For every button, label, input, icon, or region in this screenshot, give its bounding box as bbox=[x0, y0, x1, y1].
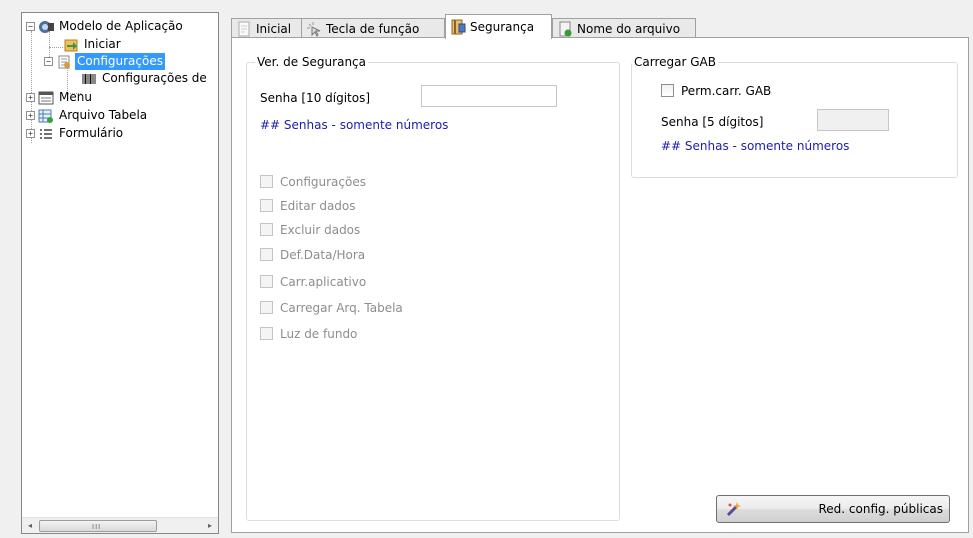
gab-password-note: ## Senhas - somente números bbox=[661, 139, 850, 153]
checkbox-box[interactable] bbox=[260, 175, 273, 188]
checkbox-label: Configurações bbox=[280, 174, 366, 189]
tree-label-formulario: Formulário bbox=[59, 126, 124, 140]
password-label: Senha [10 dígitos] bbox=[260, 91, 371, 105]
checkbox-label: Def.Data/Hora bbox=[280, 247, 366, 262]
tree-label-configuracoes-de: Configurações de bbox=[102, 71, 207, 85]
gab-password-label: Senha [5 dígitos] bbox=[661, 115, 764, 129]
checkbox-box[interactable] bbox=[260, 223, 273, 236]
checkbox-box[interactable] bbox=[260, 199, 273, 212]
checkbox-label: Luz de fundo bbox=[280, 326, 358, 341]
scroll-thumb[interactable]: III bbox=[39, 520, 157, 532]
tree-label-iniciar: Iniciar bbox=[84, 37, 121, 51]
tab-inicial[interactable]: Inicial bbox=[231, 18, 302, 38]
expand-icon[interactable]: + bbox=[26, 111, 35, 120]
tab-label: Segurança bbox=[470, 20, 535, 34]
load-gab-group: Carregar GAB Perm.carr. GAB Senha [5 díg… bbox=[631, 55, 958, 178]
tab-label: Tecla de função bbox=[326, 21, 420, 36]
table-file-icon bbox=[38, 109, 53, 123]
tree-label-menu: Menu bbox=[59, 90, 92, 104]
tree-node-menu[interactable]: + Menu bbox=[26, 89, 94, 106]
start-icon bbox=[64, 39, 78, 51]
password-note: ## Senhas - somente números bbox=[260, 118, 449, 132]
security-check-group: Ver. de Segurança Senha [10 dígitos] ## … bbox=[246, 55, 620, 521]
form-list-icon bbox=[40, 128, 52, 139]
checkbox-box[interactable] bbox=[260, 301, 273, 314]
horizontal-scrollbar[interactable]: ◂ III ▸ bbox=[22, 517, 218, 533]
tab-seguranca[interactable]: Segurança bbox=[445, 14, 552, 39]
checkbox-box[interactable] bbox=[260, 275, 273, 288]
checkbox-box[interactable] bbox=[661, 84, 674, 97]
tab-label: Inicial bbox=[256, 21, 292, 36]
scroll-grip: III bbox=[92, 523, 102, 531]
collapse-icon[interactable]: − bbox=[44, 57, 53, 66]
settings-document-icon bbox=[58, 55, 70, 68]
key-press-icon bbox=[307, 21, 321, 37]
tab-nome-do-arquivo[interactable]: Nome do arquivo bbox=[552, 18, 696, 38]
checkbox-carr-aplicativo[interactable]: Carr.aplicativo bbox=[260, 274, 366, 289]
password-field[interactable] bbox=[421, 85, 557, 107]
expand-icon[interactable]: + bbox=[26, 129, 35, 138]
tree-view[interactable]: − Modelo de Aplicação Iniciar − Configur… bbox=[21, 12, 219, 534]
reset-public-config-button[interactable]: Red. config. públicas bbox=[716, 495, 950, 523]
magic-wand-icon bbox=[726, 502, 741, 517]
tab-tecla-de-funcao[interactable]: Tecla de função bbox=[301, 18, 445, 38]
tree-body: − Modelo de Aplicação Iniciar − Configur… bbox=[22, 13, 218, 517]
file-icon bbox=[559, 21, 572, 36]
checkbox-box[interactable] bbox=[260, 248, 273, 261]
checkbox-label: Editar dados bbox=[280, 198, 356, 213]
checkbox-luz-de-fundo[interactable]: Luz de fundo bbox=[260, 326, 357, 341]
checkbox-label: Perm.carr. GAB bbox=[681, 83, 772, 98]
checkbox-carregar-arq-tabela[interactable]: Carregar Arq. Tabela bbox=[260, 300, 403, 315]
tab-label: Nome do arquivo bbox=[577, 21, 681, 36]
tree-node-formulario[interactable]: + Formulário bbox=[26, 125, 125, 142]
checkbox-editar-dados[interactable]: Editar dados bbox=[260, 198, 356, 213]
checkbox-label: Carr.aplicativo bbox=[280, 274, 367, 289]
checkbox-excluir-dados[interactable]: Excluir dados bbox=[260, 222, 360, 237]
group-title: Carregar GAB bbox=[632, 55, 718, 70]
tree-line bbox=[49, 47, 63, 48]
checkbox-label: Carregar Arq. Tabela bbox=[280, 300, 403, 315]
scroll-left-icon[interactable]: ◂ bbox=[22, 518, 38, 534]
tab-content-seguranca: Ver. de Segurança Senha [10 dígitos] ## … bbox=[231, 37, 969, 533]
menu-icon bbox=[38, 91, 54, 104]
barcode-icon bbox=[82, 72, 96, 85]
checkbox-box[interactable] bbox=[260, 327, 273, 340]
checkbox-def-data-hora[interactable]: Def.Data/Hora bbox=[260, 247, 365, 262]
button-label: Red. config. públicas bbox=[818, 502, 944, 516]
tree-node-arquivo-tabela[interactable]: + Arquivo Tabela bbox=[26, 107, 149, 124]
checkbox-configuracoes[interactable]: Configurações bbox=[260, 174, 366, 189]
scroll-right-icon[interactable]: ▸ bbox=[202, 518, 218, 534]
security-book-icon bbox=[451, 19, 466, 35]
checkbox-label: Excluir dados bbox=[280, 222, 361, 237]
expand-icon[interactable]: + bbox=[26, 93, 35, 102]
tree-node-configuracoes-de[interactable]: Configurações de bbox=[81, 70, 209, 87]
checkbox-perm-carr-gab[interactable]: Perm.carr. GAB bbox=[661, 83, 771, 98]
tree-node-root[interactable]: − Modelo de Aplicação bbox=[26, 18, 185, 35]
tree-label-arquivo-tabela: Arquivo Tabela bbox=[59, 108, 148, 122]
page-icon bbox=[238, 21, 250, 36]
tree-node-configuracoes[interactable]: − Configurações bbox=[44, 53, 165, 70]
tree-label-configuracoes: Configurações bbox=[75, 53, 165, 70]
collapse-icon[interactable]: − bbox=[26, 22, 35, 31]
tree-label-root: Modelo de Aplicação bbox=[59, 19, 183, 33]
application-model-icon bbox=[39, 20, 54, 33]
tab-strip: Inicial Tecla de função Segurança Nome d… bbox=[231, 14, 971, 39]
tree-node-iniciar[interactable]: Iniciar bbox=[63, 36, 123, 53]
gab-password-field[interactable] bbox=[817, 109, 889, 131]
group-title: Ver. de Segurança bbox=[255, 55, 369, 70]
